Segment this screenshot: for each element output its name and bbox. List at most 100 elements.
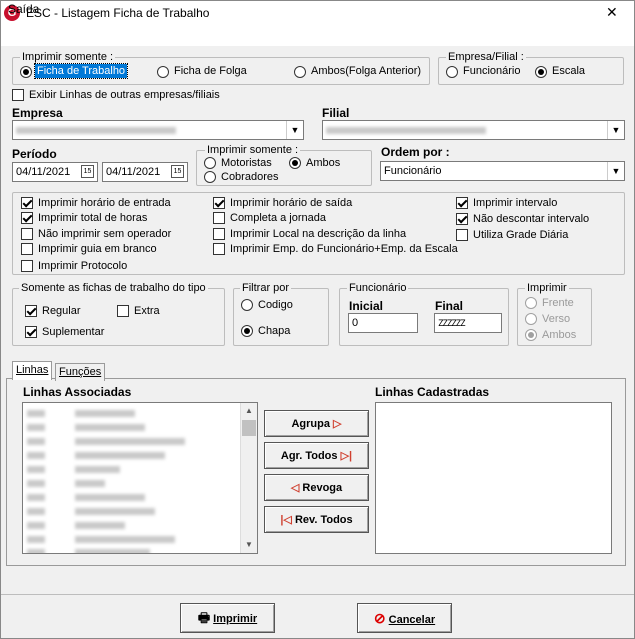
list-item[interactable] — [27, 435, 185, 448]
checkbox-col1-3[interactable] — [21, 243, 33, 255]
checkbox-col1-4[interactable] — [21, 260, 33, 272]
checkbox-col3-1-label[interactable]: Não descontar intervalo — [473, 213, 589, 225]
scroll-up-icon[interactable]: ▲ — [241, 403, 257, 419]
radio-ambos-lado[interactable] — [525, 329, 537, 341]
scroll-thumb[interactable] — [242, 420, 256, 436]
group-imprimir-lado-legend: Imprimir — [525, 282, 569, 294]
list-item[interactable] — [27, 449, 165, 462]
checkbox-col1-0-label[interactable]: Imprimir horário de entrada — [38, 197, 171, 209]
radio-cobradores[interactable] — [204, 171, 216, 183]
radio-ficha-trabalho-label[interactable]: Ficha de Trabalho — [33, 63, 129, 79]
checkbox-exibir-linhas-label[interactable]: Exibir Linhas de outras empresas/filiais — [29, 89, 220, 101]
list-item[interactable] — [27, 463, 120, 476]
checkbox-col2-3-label[interactable]: Imprimir Emp. do Funcionário+Emp. da Esc… — [230, 243, 458, 255]
radio-ficha-folga[interactable] — [157, 66, 169, 78]
checkbox-col3-2-label[interactable]: Utiliza Grade Diária — [473, 229, 568, 241]
ordem-combo[interactable]: Funcionário ▼ — [380, 161, 625, 181]
linhas-associadas-list[interactable]: ▲ ▼ — [22, 402, 258, 554]
checkbox-col2-1[interactable] — [213, 212, 225, 224]
radio-motoristas[interactable] — [204, 157, 216, 169]
list-item[interactable] — [27, 421, 145, 434]
radio-ambos-lado-label[interactable]: Ambos — [542, 329, 576, 341]
group-empresa-filial-legend: Empresa/Filial : — [446, 51, 526, 63]
list-item[interactable] — [27, 546, 150, 553]
checkbox-extra-label[interactable]: Extra — [134, 305, 160, 317]
checkbox-col3-0-label[interactable]: Imprimir intervalo — [473, 197, 557, 209]
tab-linhas[interactable]: Linhas — [12, 361, 53, 380]
final-label: Final — [435, 299, 464, 313]
checkbox-col2-0[interactable] — [213, 197, 225, 209]
radio-chapa[interactable] — [241, 325, 253, 337]
radio-ambos-folga-label[interactable]: Ambos(Folga Anterior) — [311, 65, 421, 77]
scrollbar[interactable]: ▲ ▼ — [240, 403, 257, 553]
empresa-combo[interactable]: ▼ — [12, 120, 304, 140]
linhas-cadastradas-list[interactable] — [375, 402, 612, 554]
radio-ficha-trabalho[interactable] — [20, 66, 32, 78]
calendar-icon[interactable]: 15 — [81, 165, 94, 178]
checkbox-col1-2[interactable] — [21, 228, 33, 240]
checkbox-suplementar[interactable] — [25, 326, 37, 338]
radio-ambos-label[interactable]: Ambos — [306, 157, 340, 169]
close-icon[interactable]: ✕ — [606, 4, 618, 21]
checkbox-col2-2-label[interactable]: Imprimir Local na descrição da linha — [230, 228, 406, 240]
filial-combo[interactable]: ▼ — [322, 120, 625, 140]
imprimir-button[interactable]: 🖶 Imprimir — [180, 603, 275, 633]
inicial-label: Inicial — [349, 299, 384, 313]
radio-frente-label[interactable]: Frente — [542, 297, 574, 309]
scroll-down-icon[interactable]: ▼ — [241, 537, 257, 553]
checkbox-col1-3-label[interactable]: Imprimir guia em branco — [38, 243, 157, 255]
checkbox-exibir-linhas[interactable] — [12, 89, 24, 101]
radio-cobradores-label[interactable]: Cobradores — [221, 171, 278, 183]
tab-funcoes[interactable]: Funções — [55, 363, 106, 381]
checkbox-col1-2-label[interactable]: Não imprimir sem operador — [38, 228, 171, 240]
menu-item-saida[interactable]: Saída — [8, 2, 39, 16]
list-item[interactable] — [27, 477, 105, 490]
radio-escala-label[interactable]: Escala — [552, 65, 585, 77]
checkbox-col3-0[interactable] — [456, 197, 468, 209]
cancelar-button[interactable]: ⊘ Cancelar — [357, 603, 452, 633]
list-item[interactable] — [27, 505, 155, 518]
list-item[interactable] — [27, 533, 175, 546]
checkbox-col2-2[interactable] — [213, 228, 225, 240]
agrupa-button[interactable]: Agrupa ▷ — [264, 410, 369, 437]
window-title: ESC - Listagem Ficha de Trabalho — [26, 6, 210, 20]
arrow-left-end-icon: |◁ — [280, 514, 292, 526]
agr-todos-label: Agr. Todos — [280, 450, 338, 462]
cancel-icon: ⊘ — [373, 610, 386, 626]
radio-motoristas-label[interactable]: Motoristas — [221, 157, 272, 169]
checkbox-col1-1-label[interactable]: Imprimir total de horas — [38, 212, 147, 224]
agr-todos-button[interactable]: Agr. Todos ▷| — [264, 442, 369, 469]
checkbox-suplementar-label[interactable]: Suplementar — [42, 326, 104, 338]
rev-todos-button[interactable]: |◁ Rev. Todos — [264, 506, 369, 533]
radio-escala[interactable] — [535, 66, 547, 78]
radio-verso[interactable] — [525, 313, 537, 325]
checkbox-col2-3[interactable] — [213, 243, 225, 255]
checkbox-col1-1[interactable] — [21, 212, 33, 224]
revoga-button[interactable]: ◁ Revoga — [264, 474, 369, 501]
checkbox-col1-0[interactable] — [21, 197, 33, 209]
checkbox-col2-0-label[interactable]: Imprimir horário de saída — [230, 197, 352, 209]
radio-verso-label[interactable]: Verso — [542, 313, 570, 325]
list-item[interactable] — [27, 491, 145, 504]
inicial-field[interactable]: 0 — [348, 313, 418, 333]
checkbox-extra[interactable] — [117, 305, 129, 317]
checkbox-col1-4-label[interactable]: Imprimir Protocolo — [38, 260, 127, 272]
radio-codigo-label[interactable]: Codigo — [258, 299, 293, 311]
list-item[interactable] — [27, 407, 135, 420]
checkbox-regular-label[interactable]: Regular — [42, 305, 81, 317]
checkbox-regular[interactable] — [25, 305, 37, 317]
checkbox-col2-1-label[interactable]: Completa a jornada — [230, 212, 326, 224]
radio-funcionario[interactable] — [446, 66, 458, 78]
radio-ambos-folga[interactable] — [294, 66, 306, 78]
calendar-icon[interactable]: 15 — [171, 165, 184, 178]
radio-funcionario-label[interactable]: Funcionário — [463, 65, 520, 77]
radio-ambos[interactable] — [289, 157, 301, 169]
radio-chapa-label[interactable]: Chapa — [258, 325, 290, 337]
radio-codigo[interactable] — [241, 299, 253, 311]
checkbox-col3-2[interactable] — [456, 229, 468, 241]
radio-ficha-folga-label[interactable]: Ficha de Folga — [174, 65, 247, 77]
radio-frente[interactable] — [525, 297, 537, 309]
list-item[interactable] — [27, 519, 125, 532]
checkbox-col3-1[interactable] — [456, 213, 468, 225]
final-field[interactable]: ZZZZZZ — [434, 313, 502, 333]
